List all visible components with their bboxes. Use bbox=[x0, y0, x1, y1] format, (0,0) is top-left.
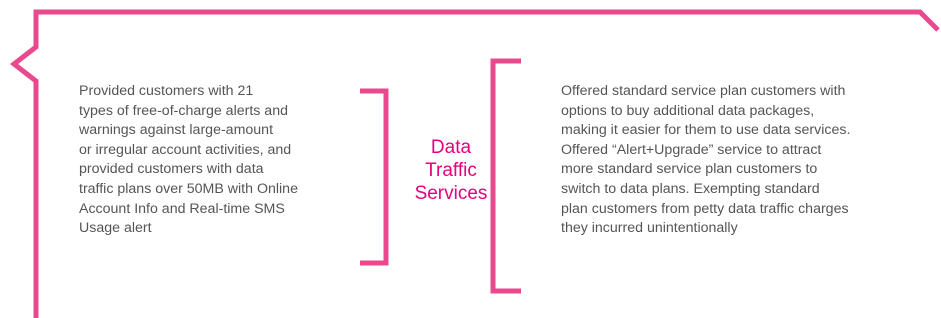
right-description: Offered standard service plan customers … bbox=[561, 82, 911, 239]
text-line: more standard service plan customers to bbox=[561, 161, 818, 178]
text-line: making it easier for them to use data se… bbox=[561, 122, 851, 139]
text-line: plan customers from petty data traffic c… bbox=[561, 200, 849, 217]
right-opening-bracket bbox=[490, 58, 521, 294]
text-line: traffic plans over 50MB with Online bbox=[79, 180, 298, 197]
title-line: Services bbox=[414, 183, 488, 204]
text-line: Provided customers with 21 bbox=[79, 83, 254, 99]
title-line: Traffic bbox=[425, 160, 477, 181]
text-line: Offered “Alert+Upgrade” service to attra… bbox=[561, 141, 822, 158]
text-line: Account Info and Real-time SMS bbox=[79, 200, 285, 217]
text-line: options to buy additional data packages, bbox=[561, 102, 815, 119]
text-line: types of free-of-charge alerts and bbox=[79, 102, 288, 119]
text-line: they incurred unintentionally bbox=[561, 220, 738, 237]
text-line: warnings against large-amount bbox=[79, 122, 274, 139]
text-line: Offered standard service plan customers … bbox=[561, 83, 846, 99]
title-line: Data bbox=[430, 137, 472, 158]
section-title: Data Traffic Services bbox=[405, 136, 497, 205]
text-line: or irregular account activities, and bbox=[79, 141, 292, 158]
left-description: Provided customers with 21 types of free… bbox=[79, 82, 379, 239]
text-line: Usage alert bbox=[79, 220, 152, 237]
text-line: switch to data plans. Exempting standard bbox=[561, 180, 820, 197]
text-line: provided customers with data bbox=[79, 161, 264, 178]
